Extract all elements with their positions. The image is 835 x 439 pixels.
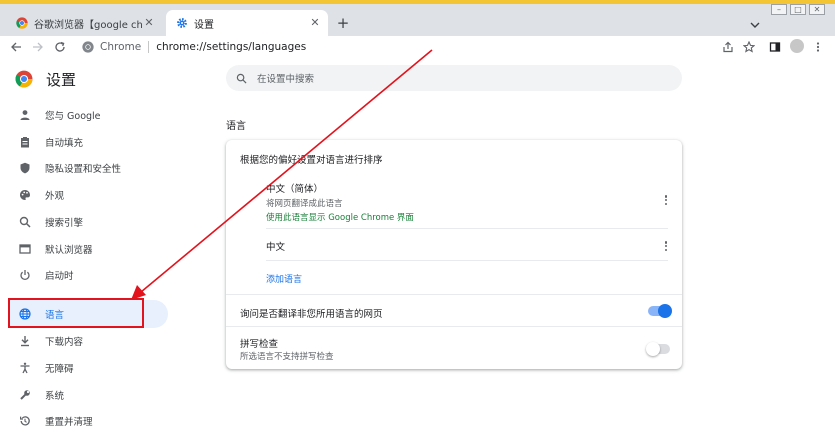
language-row-chinese-simplified: 中文（简体） 将网页翻译成此语言 使用此语言显示 Google Chrome 界… (266, 181, 668, 223)
person-icon (19, 109, 31, 121)
toolbar: Chrome chrome://settings/languages (0, 36, 835, 58)
sidebar-item-label: 默认浏览器 (45, 245, 93, 256)
new-tab-button[interactable]: + (336, 16, 350, 31)
sidebar-item-accessibility[interactable]: 无障碍 (8, 354, 168, 382)
add-language-button[interactable]: 添加语言 (266, 272, 302, 285)
sidebar-item-search-engine[interactable]: 搜索引擎 (8, 208, 168, 236)
sidebar-item-privacy[interactable]: 隐私设置和安全性 (8, 154, 168, 182)
sidebar-item-label: 隐私设置和安全性 (45, 164, 122, 175)
spellcheck-label: 拼写检查 (240, 339, 279, 350)
sidebar-item-default-browser[interactable]: 默认浏览器 (8, 235, 168, 263)
divider (266, 260, 668, 261)
address-divider (148, 41, 150, 53)
sidebar-item-appearance[interactable]: 外观 (8, 181, 168, 209)
sidebar-item-label: 搜索引擎 (45, 218, 84, 229)
tab-title: 谷歌浏览器【google chrome】 (34, 19, 142, 31)
language-more-icon[interactable] (662, 193, 670, 207)
shield-icon (19, 162, 31, 174)
palette-icon (19, 189, 31, 201)
sidebar-item-system[interactable]: 系统 (8, 381, 168, 409)
chrome-logo-icon (16, 17, 28, 29)
restore-icon (19, 415, 31, 427)
divider (266, 228, 668, 229)
translate-offer-label: 询问是否翻译非您所用语言的网页 (240, 309, 383, 320)
gear-icon (177, 18, 187, 28)
translate-offer-toggle[interactable] (648, 304, 672, 318)
divider (226, 326, 682, 327)
address-bar[interactable]: Chrome chrome://settings/languages (76, 36, 766, 58)
close-window-button[interactable]: ✕ (809, 4, 825, 15)
chrome-logo-icon (82, 41, 94, 53)
sidebar-item-label: 启动时 (45, 271, 74, 282)
star-icon (743, 41, 755, 53)
page-title: 设置 (46, 71, 77, 89)
tab-strip: 谷歌浏览器【google chrome】 ✕ 设置 ✕ + (0, 4, 835, 36)
clipboard-icon (19, 136, 31, 148)
sidebar-item-label: 自动填充 (45, 138, 84, 149)
annotation-highlight-box (8, 298, 144, 328)
reload-icon (55, 41, 65, 52)
download-icon (19, 335, 31, 347)
sidebar-item-downloads[interactable]: 下载内容 (8, 327, 168, 355)
url-text: chrome://settings/languages (156, 41, 307, 53)
section-title: 语言 (226, 121, 246, 132)
tab-close-icon[interactable]: ✕ (308, 16, 322, 30)
wrench-icon (19, 389, 31, 401)
sidebar-item-label: 外观 (45, 191, 65, 202)
languages-card: 根据您的偏好设置对语言进行排序 中文（简体） 将网页翻译成此语言 使用此语言显示… (226, 140, 682, 369)
share-icon (723, 41, 733, 53)
forward-button[interactable] (30, 39, 46, 55)
language-name: 中文 (266, 242, 286, 253)
search-icon (236, 73, 247, 84)
maximize-button[interactable]: □ (790, 4, 806, 15)
arrow-right-icon (33, 42, 43, 52)
address-chip: Chrome (100, 41, 142, 53)
language-more-icon[interactable] (662, 239, 670, 253)
language-row-chinese: 中文 (266, 239, 668, 253)
minimize-button[interactable]: – (771, 4, 787, 15)
spellcheck-subtitle: 所选语言不支持拼写检查 (240, 352, 334, 362)
sidebar-item-label: 系统 (45, 391, 65, 402)
language-name: 中文（简体） (266, 184, 324, 195)
tab-title: 设置 (194, 19, 214, 31)
sidebar-item-label: 您与 Google (45, 111, 101, 122)
side-panel-button[interactable] (767, 39, 783, 55)
sidebar-item-reset[interactable]: 重置并清理 (8, 407, 168, 435)
language-subtitle: 将网页翻译成此语言 (266, 199, 343, 209)
back-button[interactable] (8, 39, 24, 55)
chrome-logo-icon (15, 70, 33, 88)
side-panel-icon (769, 42, 781, 52)
search-icon (19, 216, 31, 228)
toggle-knob (658, 304, 672, 318)
sidebar-item-you-and-google[interactable]: 您与 Google (8, 101, 168, 129)
tab-search-chevron-icon[interactable] (748, 18, 762, 32)
power-icon (19, 269, 31, 281)
arrow-left-icon (11, 42, 21, 52)
menu-button[interactable] (810, 39, 826, 55)
sidebar-item-label: 重置并清理 (45, 417, 93, 428)
tab-settings[interactable]: 设置 ✕ (166, 10, 328, 36)
card-heading: 根据您的偏好设置对语言进行排序 (240, 155, 383, 166)
language-ui-note: 使用此语言显示 Google Chrome 界面 (266, 213, 414, 223)
share-button[interactable] (720, 39, 736, 55)
tab-google-chrome[interactable]: 谷歌浏览器【google chrome】 ✕ (6, 10, 162, 36)
sidebar-item-label: 下载内容 (45, 337, 84, 348)
search-placeholder: 在设置中搜索 (257, 74, 315, 85)
divider (226, 294, 682, 295)
sidebar-item-on-startup[interactable]: 启动时 (8, 261, 168, 289)
spellcheck-toggle[interactable] (646, 342, 670, 356)
accessibility-icon (19, 362, 31, 374)
profile-avatar-icon[interactable] (790, 39, 804, 53)
tab-close-icon[interactable]: ✕ (142, 16, 156, 30)
sidebar-item-label: 无障碍 (45, 364, 74, 375)
browser-window-icon (19, 243, 31, 255)
kebab-menu-icon (816, 42, 820, 52)
sidebar-item-autofill[interactable]: 自动填充 (8, 128, 168, 156)
settings-search-input[interactable]: 在设置中搜索 (226, 65, 682, 91)
toggle-knob (646, 342, 660, 356)
reload-button[interactable] (52, 39, 68, 55)
bookmark-button[interactable] (741, 39, 757, 55)
